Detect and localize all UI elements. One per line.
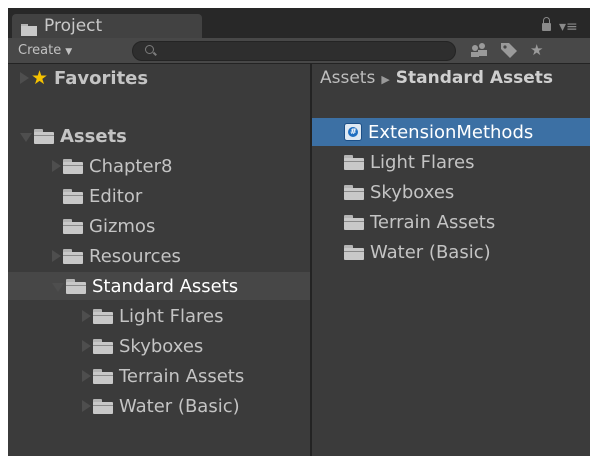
- search-input[interactable]: [132, 41, 456, 61]
- asset-item-light-flares[interactable]: Light Flares: [312, 148, 590, 176]
- tree-item-standard-assets[interactable]: Standard Assets: [8, 272, 354, 300]
- collapse-arrow-icon[interactable]: [52, 283, 64, 292]
- tab-label: Project: [44, 16, 103, 36]
- tree-item-label: Terrain Assets: [119, 365, 245, 387]
- expand-arrow-icon[interactable]: [52, 250, 61, 262]
- asset-item-label: Water (Basic): [370, 241, 491, 263]
- tree-item-label: Light Flares: [119, 305, 224, 327]
- breadcrumb-root[interactable]: Assets: [320, 68, 375, 88]
- folder-icon: [63, 188, 83, 204]
- search-icon: [145, 45, 154, 54]
- asset-item-extension-methods[interactable]: # ExtensionMethods: [312, 118, 590, 146]
- csharp-script-icon: #: [344, 123, 362, 141]
- chevron-down-icon: ▼: [65, 47, 73, 57]
- project-window: Project ▾≡ Create▼ ★ ★ Favorites Assets: [8, 8, 590, 456]
- breadcrumb-current[interactable]: Standard Assets: [396, 68, 553, 88]
- expand-arrow-icon[interactable]: [20, 72, 29, 84]
- asset-item-label: ExtensionMethods: [368, 121, 534, 143]
- asset-item-water-basic[interactable]: Water (Basic): [312, 238, 590, 266]
- tree-item-label: Gizmos: [89, 215, 156, 237]
- tab-project[interactable]: Project: [12, 14, 202, 38]
- expand-arrow-icon[interactable]: [82, 340, 91, 352]
- folder-icon: [63, 158, 83, 174]
- asset-item-label: Light Flares: [370, 151, 475, 173]
- window-menu-icon[interactable]: ▾≡: [559, 20, 578, 34]
- label-tag-icon[interactable]: [500, 42, 518, 62]
- asset-item-terrain-assets[interactable]: Terrain Assets: [312, 208, 590, 236]
- asset-item-label: Skyboxes: [370, 181, 455, 203]
- assets-label: Assets: [60, 125, 127, 147]
- folder-icon: [344, 214, 364, 230]
- folder-icon: [93, 368, 113, 384]
- tab-strip: Project ▾≡: [8, 8, 590, 38]
- folder-icon: [93, 398, 113, 414]
- folder-icon: [344, 244, 364, 260]
- folder-icon: [344, 154, 364, 170]
- folder-icon: [344, 184, 364, 200]
- tree-item-label: Editor: [89, 185, 143, 207]
- tree-item-assets[interactable]: Assets: [8, 122, 322, 150]
- tree-item-label: Skyboxes: [119, 335, 204, 357]
- folder-icon: [34, 128, 54, 144]
- folder-icon: [93, 308, 113, 324]
- create-button[interactable]: Create ▼: [12, 41, 78, 60]
- star-icon: ★: [31, 67, 49, 89]
- asset-item-label: Terrain Assets: [370, 211, 496, 233]
- expand-arrow-icon[interactable]: [82, 370, 91, 382]
- asset-browser: Assets ▶ Standard Assets # ExtensionMethod…: [312, 64, 590, 456]
- tree-item-label: Chapter8: [89, 155, 173, 177]
- chevron-right-icon: ▶: [381, 73, 390, 86]
- toolbar: Create ▼ ★: [8, 38, 590, 64]
- expand-arrow-icon[interactable]: [82, 310, 91, 322]
- expand-arrow-icon[interactable]: [52, 160, 61, 172]
- folder-icon: [63, 248, 83, 264]
- favorite-star-icon[interactable]: ★: [530, 42, 543, 59]
- tree-item-label: Water (Basic): [119, 395, 240, 417]
- folder-icon: [93, 338, 113, 354]
- favorites-label: Favorites: [54, 67, 149, 89]
- tree-item-label: Resources: [89, 245, 181, 267]
- asset-item-skyboxes[interactable]: Skyboxes: [312, 178, 590, 206]
- scene-filter-icon[interactable]: [470, 42, 488, 62]
- breadcrumb: Assets ▶ Standard Assets: [320, 68, 553, 88]
- folder-icon: [63, 218, 83, 234]
- tree-item-label: Standard Assets: [92, 275, 239, 297]
- tree-item-favorites[interactable]: ★ Favorites: [8, 64, 322, 92]
- create-label: Create: [18, 43, 62, 58]
- lock-icon[interactable]: [542, 17, 551, 31]
- folder-tree: ★ Favorites Assets Chapter8 Editor Gizmo…: [8, 64, 354, 456]
- folder-icon: [21, 21, 37, 36]
- tree-item-chapter8[interactable]: Chapter8: [8, 152, 354, 180]
- folder-icon: [66, 278, 86, 294]
- tree-item-resources[interactable]: Resources: [8, 242, 354, 270]
- collapse-arrow-icon[interactable]: [20, 133, 32, 142]
- expand-arrow-icon[interactable]: [82, 400, 91, 412]
